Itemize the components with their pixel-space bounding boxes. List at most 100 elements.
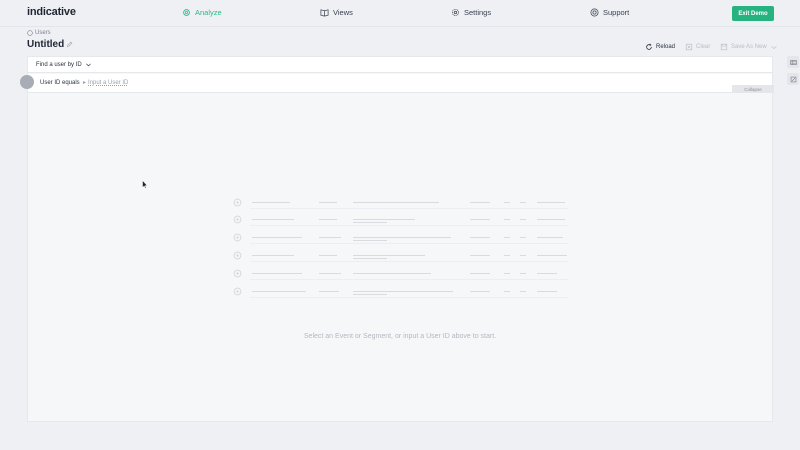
placeholder-line	[319, 255, 337, 256]
nav-support-label: Support	[603, 8, 630, 17]
placeholder-subline	[353, 240, 387, 241]
placeholder-line	[470, 291, 490, 292]
placeholder-line	[504, 237, 510, 238]
placeholder-line	[537, 237, 563, 238]
placeholder-line	[504, 202, 510, 203]
placeholder-line	[319, 273, 341, 274]
reload-button[interactable]: Reload	[645, 43, 675, 51]
placeholder-line	[520, 291, 526, 292]
placeholder-line	[353, 219, 415, 220]
placeholder-line	[504, 291, 510, 292]
nav-support[interactable]: Support	[590, 8, 629, 17]
placeholder-line	[470, 255, 490, 256]
nav-views-label: Views	[333, 8, 353, 17]
nav-analyze[interactable]: Analyze	[182, 8, 222, 17]
filter-label: User ID equals	[40, 80, 80, 86]
gear-cog-icon	[183, 9, 190, 16]
placeholder-line	[520, 273, 526, 274]
save-icon	[720, 43, 728, 51]
nav-settings[interactable]: Settings	[451, 8, 491, 17]
breadcrumb-label: Users	[35, 30, 51, 36]
eye-icon	[233, 287, 242, 296]
placeholder-row	[233, 233, 573, 244]
placeholder-line	[319, 202, 337, 203]
placeholder-line	[252, 255, 294, 256]
placeholder-line	[470, 273, 490, 274]
pencil-icon[interactable]	[66, 41, 73, 48]
placeholder-subline	[353, 222, 387, 223]
placeholder-divider	[250, 279, 568, 280]
clear-label: Clear	[696, 44, 711, 50]
find-user-label: Find a user by ID	[36, 61, 82, 68]
placeholder-line	[252, 219, 294, 220]
nav-settings-label: Settings	[464, 8, 492, 17]
placeholder-line	[470, 219, 490, 220]
users-icon	[27, 30, 33, 36]
placeholder-divider	[250, 208, 568, 209]
empty-state-message: Select an Event or Segment, or input a U…	[303, 333, 497, 340]
placeholder-line	[537, 202, 565, 203]
collapse-button[interactable]: Collapse	[732, 85, 774, 93]
placeholder-line	[504, 219, 510, 220]
placeholder-line	[504, 255, 510, 256]
save-as-new-button[interactable]: Save As New	[720, 43, 778, 51]
placeholder-divider	[250, 243, 568, 244]
page-title: Untitled	[27, 39, 65, 50]
clear-button[interactable]: Clear	[685, 43, 710, 51]
placeholder-line	[470, 237, 490, 238]
placeholder-line	[252, 202, 290, 203]
placeholder-line	[252, 237, 302, 238]
placeholder-line	[252, 291, 306, 292]
placeholder-line	[353, 237, 451, 238]
placeholder-line	[319, 219, 337, 220]
placeholder-divider	[250, 261, 568, 262]
placeholder-row	[233, 287, 573, 298]
reload-label: Reload	[656, 44, 676, 50]
placeholder-line	[520, 219, 526, 220]
find-user-dropdown[interactable]: Find a user by ID	[28, 57, 772, 73]
placeholder-subline	[353, 258, 387, 259]
user-id-filter-row: User ID equals ▸ Input a User ID	[28, 74, 772, 93]
placeholder-divider	[250, 225, 568, 226]
user-id-input[interactable]: Input a User ID	[88, 80, 128, 86]
table-icon	[789, 59, 797, 65]
chevron-down-icon	[85, 63, 91, 67]
avatar	[20, 75, 34, 89]
breadcrumb[interactable]: Users	[27, 30, 51, 36]
logo[interactable]: indicative	[27, 6, 76, 18]
placeholder-line	[353, 273, 431, 274]
placeholder-subline	[353, 294, 387, 295]
placeholder-line	[319, 237, 341, 238]
reload-icon	[646, 43, 652, 50]
settings-icon	[451, 8, 460, 17]
chevron-down-icon	[771, 45, 777, 50]
placeholder-line	[537, 291, 557, 292]
placeholder-line	[520, 255, 526, 256]
placeholder-line	[504, 273, 510, 274]
eye-icon	[233, 251, 242, 260]
placeholder-divider	[250, 297, 568, 298]
nav-analyze-label: Analyze	[195, 8, 222, 17]
lifebuoy-icon	[590, 8, 599, 17]
top-nav: indicative Analyze Views Settings Suppor…	[0, 0, 800, 27]
exit-demo-button[interactable]: Exit Demo	[732, 6, 774, 21]
side-tool-notes[interactable]	[787, 73, 799, 85]
placeholder-line	[319, 291, 339, 292]
placeholder-line	[470, 202, 490, 203]
side-tool-table[interactable]	[787, 56, 799, 68]
mouse-cursor-icon	[142, 180, 148, 189]
placeholder-row	[233, 215, 573, 226]
placeholder-line	[353, 202, 439, 203]
placeholder-line	[520, 202, 526, 203]
placeholder-line	[353, 255, 425, 256]
filter-separator-icon: ▸	[83, 80, 87, 86]
book-icon	[320, 9, 329, 17]
clear-icon	[685, 43, 693, 51]
placeholder-row	[233, 269, 573, 280]
nav-views[interactable]: Views	[320, 8, 353, 17]
placeholder-line	[537, 255, 567, 256]
notes-icon	[790, 76, 796, 82]
placeholder-line	[537, 273, 557, 274]
placeholder-line	[520, 237, 526, 238]
save-as-new-label: Save As New	[731, 44, 767, 50]
